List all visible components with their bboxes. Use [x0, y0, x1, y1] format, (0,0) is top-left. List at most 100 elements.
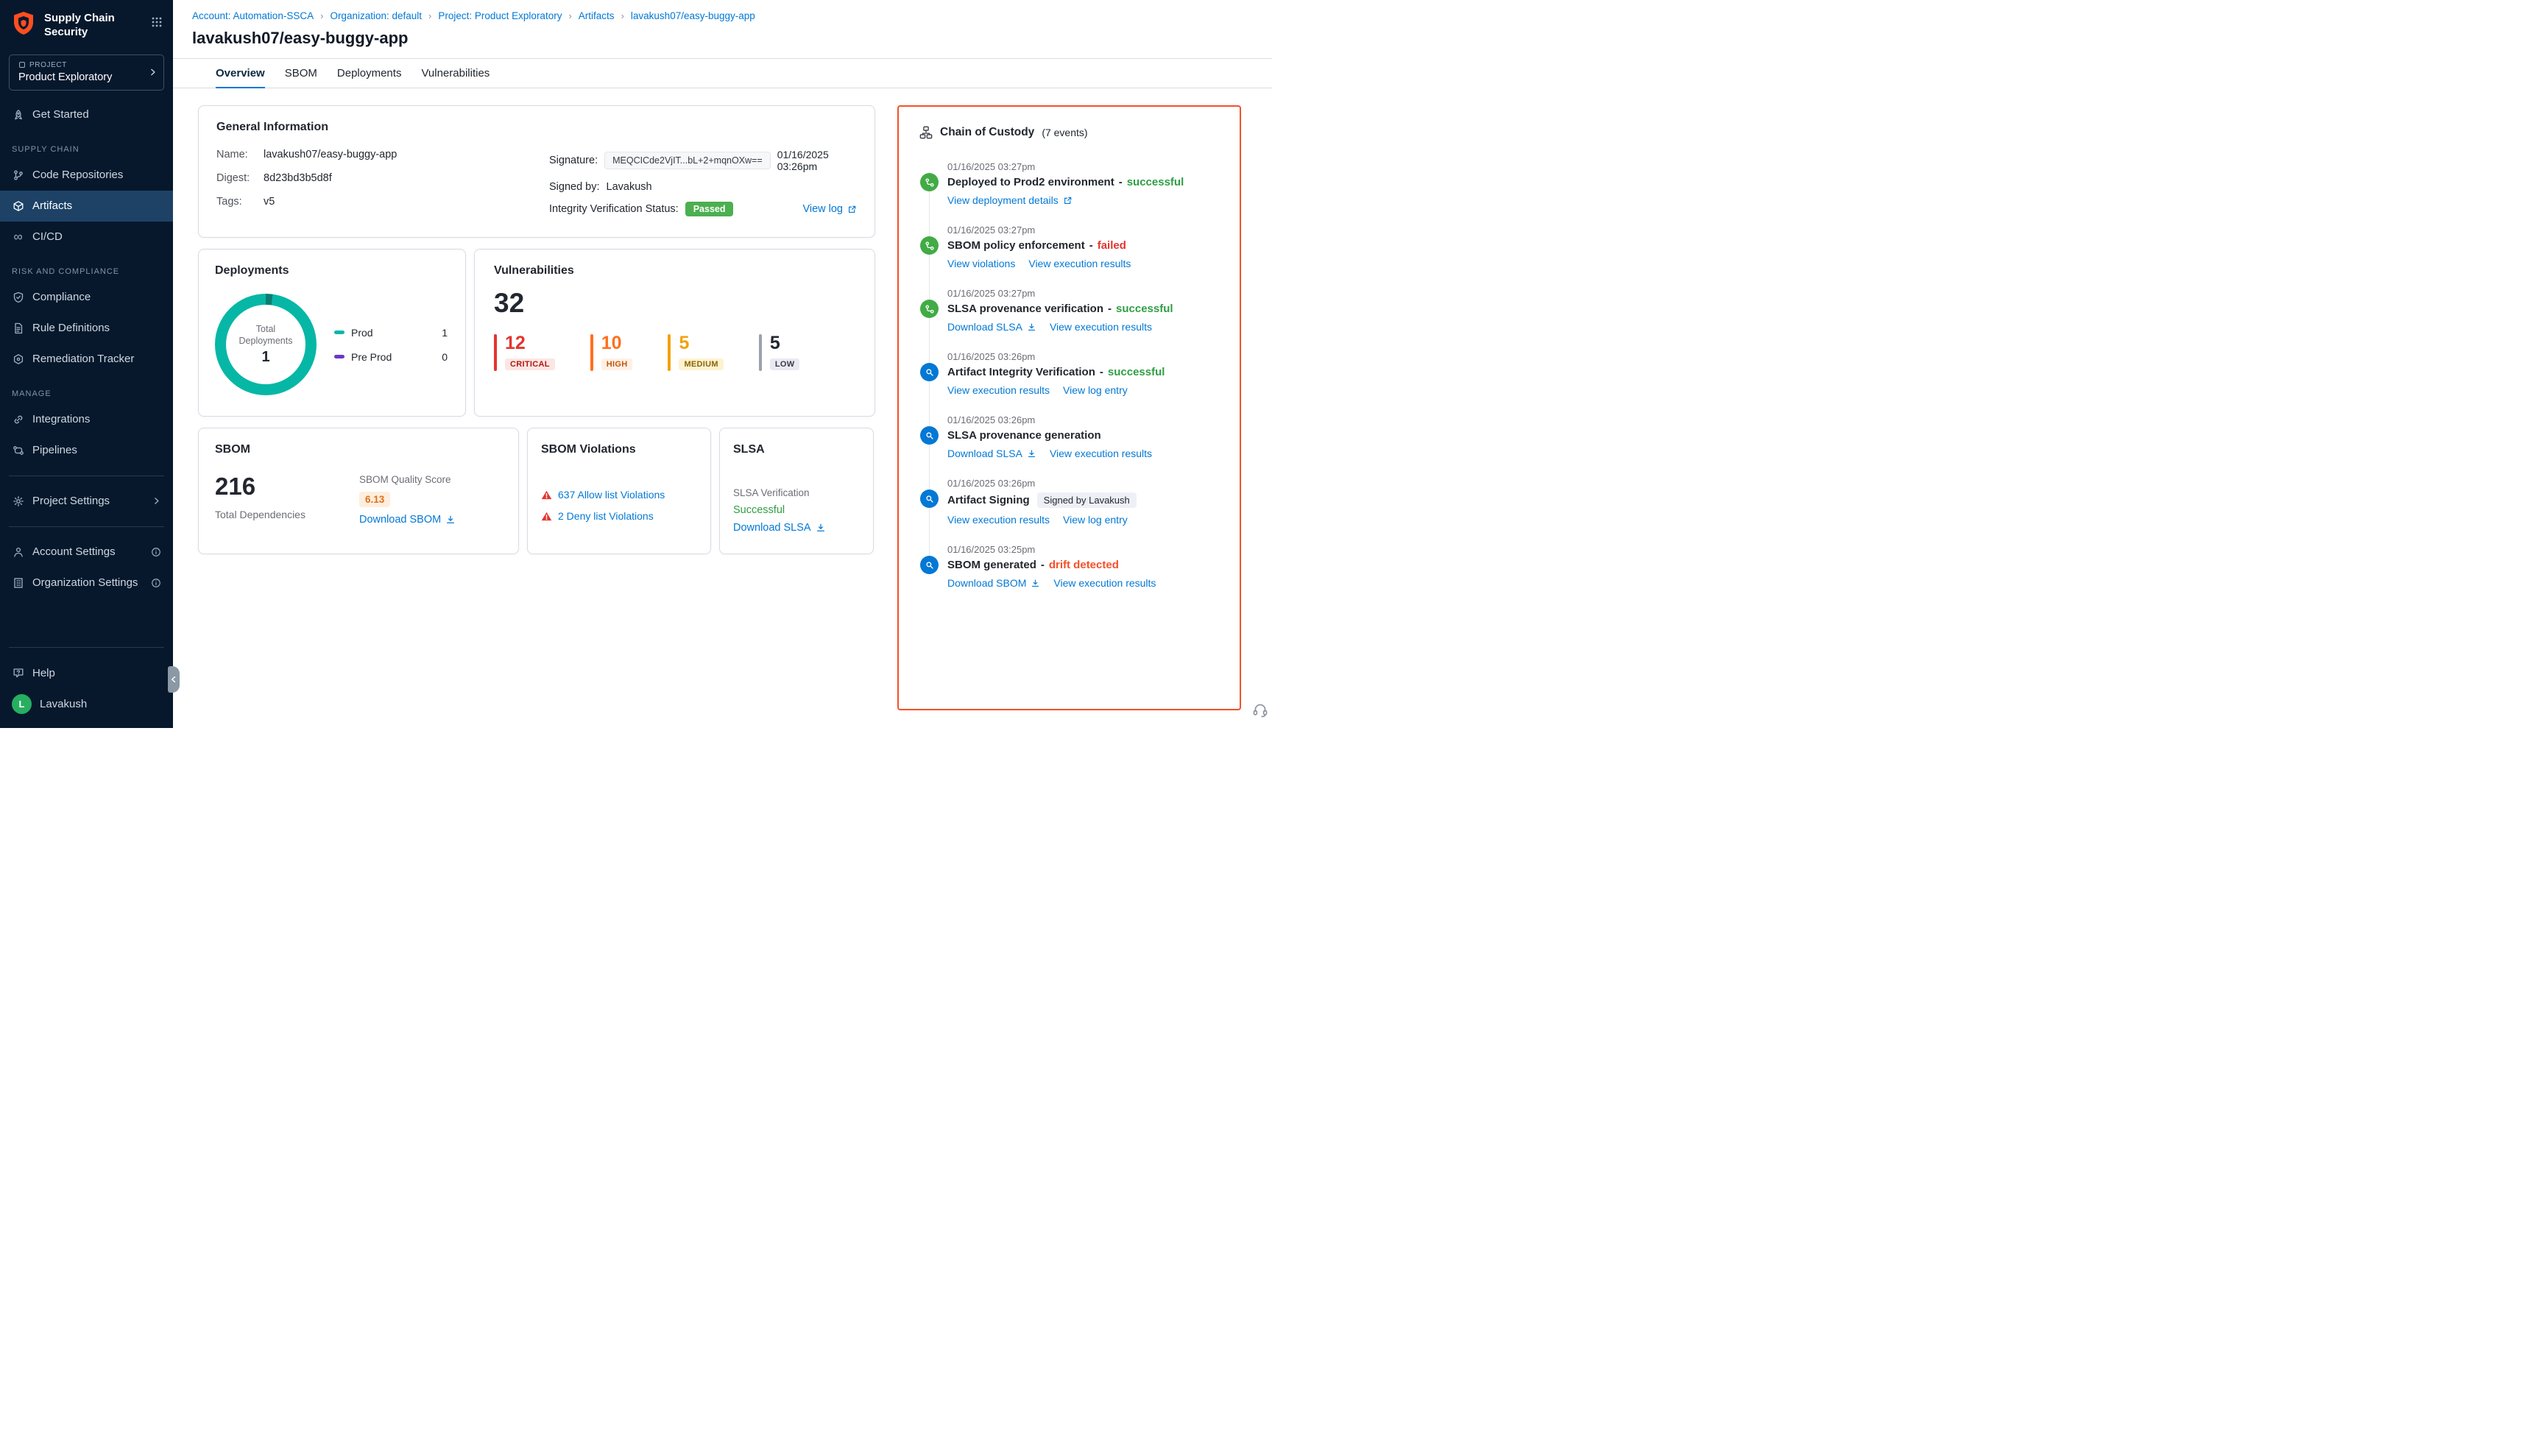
view-violations-link[interactable]: View violations: [947, 258, 1015, 269]
event-title: SLSA provenance verification - successfu…: [947, 303, 1219, 315]
view-execution-results-link[interactable]: View execution results: [1050, 448, 1152, 459]
download-icon: [1027, 322, 1036, 332]
breadcrumb-artifacts[interactable]: Artifacts: [579, 10, 615, 21]
sidebar-item-label: Remediation Tracker: [32, 353, 134, 365]
deployments-legend: Prod 1 Pre Prod 0: [334, 327, 449, 363]
account-icon: [12, 545, 24, 558]
severity-label: MEDIUM: [679, 358, 723, 370]
sidebar-item-compliance[interactable]: Compliance: [0, 282, 173, 313]
sidebar-item-cicd[interactable]: ∞ CI/CD: [0, 222, 173, 252]
sidebar-item-pipelines[interactable]: Pipelines: [0, 435, 173, 466]
sidebar-item-remediation-tracker[interactable]: Remediation Tracker: [0, 344, 173, 375]
custody-event-integrity-verification: 01/16/2025 03:26pm Artifact Integrity Ve…: [919, 351, 1219, 396]
custody-title: Chain of Custody: [940, 126, 1034, 139]
sidebar-item-rule-definitions[interactable]: Rule Definitions: [0, 313, 173, 344]
download-sbom-link[interactable]: Download SBOM: [359, 514, 456, 526]
digest-label: Digest:: [216, 172, 264, 184]
vulnerabilities-total: 32: [494, 289, 855, 317]
breadcrumb-separator: ›: [568, 10, 571, 21]
severity-bar: [759, 334, 762, 371]
chevron-right-icon: [148, 68, 158, 77]
download-sbom-link[interactable]: Download SBOM: [947, 577, 1040, 589]
sidebar-footer: Help L Lavakush: [0, 637, 173, 728]
spacer: [0, 598, 173, 638]
event-timestamp: 01/16/2025 03:27pm: [947, 225, 1219, 236]
tab-overview[interactable]: Overview: [216, 59, 265, 88]
sidebar-collapse-handle[interactable]: [168, 666, 180, 693]
view-log-entry-link[interactable]: View log entry: [1063, 384, 1128, 396]
view-deployment-details-link[interactable]: View deployment details: [947, 194, 1073, 206]
sidebar-user[interactable]: L Lavakush: [0, 688, 173, 719]
legend-swatch: [334, 355, 344, 358]
sidebar-item-artifacts[interactable]: Artifacts: [0, 191, 173, 222]
sidebar-item-organization-settings[interactable]: Organization Settings: [0, 568, 173, 598]
event-status: failed: [1098, 239, 1126, 252]
breadcrumb-account[interactable]: Account: Automation-SSCA: [192, 10, 314, 21]
download-slsa-link[interactable]: Download SLSA: [947, 448, 1036, 459]
warning-icon: [541, 490, 552, 501]
legend-label: Prod: [351, 327, 373, 339]
legend-label: Pre Prod: [351, 351, 392, 363]
project-name: Product Exploratory: [18, 71, 144, 83]
tab-vulnerabilities[interactable]: Vulnerabilities: [421, 59, 490, 88]
scan-step-icon: [920, 426, 939, 445]
allow-list-violations-link[interactable]: 637 Allow list Violations: [541, 489, 697, 501]
breadcrumb-project[interactable]: Project: Product Exploratory: [438, 10, 562, 21]
repository-icon: [12, 169, 24, 181]
severity-count: 5: [679, 334, 723, 353]
integrity-label: Integrity Verification Status:: [549, 203, 679, 215]
nav-section-manage: MANAGE: [0, 375, 173, 404]
signature-value: MEQCICde2VjIT...bL+2+mqnOXw==: [604, 152, 771, 169]
cicd-infinity-icon: ∞: [12, 230, 24, 243]
document-icon: [12, 322, 24, 334]
harness-scs-logo: [10, 10, 37, 37]
tab-sbom[interactable]: SBOM: [285, 59, 317, 88]
view-execution-results-link[interactable]: View execution results: [947, 514, 1050, 526]
pipelines-icon: [12, 444, 24, 456]
tags-value: v5: [264, 196, 275, 208]
donut-total-value: 1: [232, 349, 300, 366]
breadcrumb-organization[interactable]: Organization: default: [330, 10, 422, 21]
download-icon: [816, 523, 826, 533]
view-execution-results-link[interactable]: View execution results: [1028, 258, 1131, 269]
view-execution-results-link[interactable]: View execution results: [947, 384, 1050, 396]
scan-step-icon: [920, 363, 939, 381]
breadcrumb-artifact-name[interactable]: lavakush07/easy-buggy-app: [631, 10, 755, 21]
support-chat-icon[interactable]: [1252, 702, 1268, 718]
info-icon[interactable]: [151, 547, 161, 557]
custody-event-sbom-generated: 01/16/2025 03:25pm SBOM generated - drif…: [919, 544, 1219, 589]
view-log-entry-link[interactable]: View log entry: [1063, 514, 1128, 526]
sidebar-item-code-repositories[interactable]: Code Repositories: [0, 160, 173, 191]
signed-by-label: Signed by:: [549, 181, 600, 193]
project-icon: [18, 61, 26, 68]
project-selector[interactable]: PROJECT Product Exploratory: [9, 54, 164, 91]
view-execution-results-link[interactable]: View execution results: [1053, 577, 1156, 589]
download-slsa-link[interactable]: Download SLSA: [733, 522, 860, 534]
scan-step-icon: [920, 556, 939, 574]
download-slsa-link[interactable]: Download SLSA: [947, 321, 1036, 333]
general-information-card: General Information Name: lavakush07/eas…: [198, 105, 875, 238]
help-chat-icon: [12, 667, 24, 679]
sidebar-item-integrations[interactable]: Integrations: [0, 404, 173, 435]
sidebar-item-help[interactable]: Help: [0, 657, 173, 688]
view-execution-results-link[interactable]: View execution results: [1050, 321, 1152, 333]
avatar: L: [12, 694, 32, 714]
sidebar-item-account-settings[interactable]: Account Settings: [0, 537, 173, 568]
info-icon[interactable]: [151, 578, 161, 588]
breadcrumb-separator: ›: [428, 10, 431, 21]
event-timestamp: 01/16/2025 03:27pm: [947, 288, 1219, 299]
app-title: Supply Chain Security: [44, 10, 127, 40]
brand: Supply Chain Security: [0, 0, 173, 43]
tab-deployments[interactable]: Deployments: [337, 59, 402, 88]
hexagon-icon: [12, 353, 24, 365]
sidebar-item-project-settings[interactable]: Project Settings: [0, 486, 173, 517]
sidebar-item-get-started[interactable]: Get Started: [0, 99, 173, 130]
view-log-link[interactable]: View log: [802, 203, 857, 215]
severity-bar: [494, 334, 497, 371]
deny-list-violations-link[interactable]: 2 Deny list Violations: [541, 510, 697, 522]
divider: [9, 526, 164, 527]
digest-value: 8d23bd3b5d8f: [264, 172, 332, 184]
custody-event-count: (7 events): [1042, 127, 1087, 138]
module-switcher-icon[interactable]: [151, 16, 163, 28]
event-status: successful: [1127, 176, 1184, 188]
